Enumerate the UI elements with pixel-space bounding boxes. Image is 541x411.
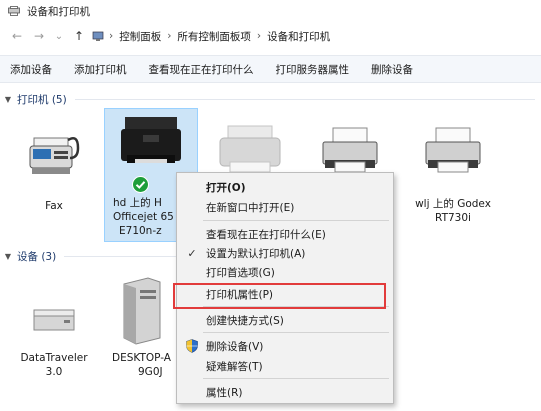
collapse-chevron-icon[interactable]: ▼ [4,95,12,104]
device-tile-desktop[interactable]: DESKTOP-A 9G0J [102,272,182,379]
menu-item-label: 设置为默认打印机(A) [206,248,306,260]
address-bar[interactable]: › 控制面板 › 所有控制面板项 › 设备和打印机 [92,24,330,48]
navigation-bar: ← → ⌄ ↑ › 控制面板 › 所有控制面板项 › 设备和打印机 [0,24,541,48]
menu-item-label: 疑难解答(T) [206,361,263,373]
menu-item-create-shortcut[interactable]: 创建快捷方式(S) [177,311,393,330]
menu-item-printing-preferences[interactable]: 打印首选项(G) [177,263,393,282]
breadcrumb-devices-printers[interactable]: 设备和打印机 [267,29,330,44]
menu-item-open-new-window[interactable]: 在新窗口中打开(E) [177,198,393,217]
menu-separator [203,220,389,221]
device-label-line: DataTraveler [20,352,88,364]
menu-item-properties[interactable]: 属性(R) [177,383,393,402]
usb-drive-icon [33,309,75,331]
menu-item-troubleshoot[interactable]: 疑难解答(T) [177,357,393,376]
menu-item-label: 创建快捷方式(S) [206,315,284,327]
menu-item-remove-device[interactable]: 删除设备(V) [177,337,393,356]
shield-icon [185,339,199,356]
highlight-annotation-box [173,283,386,309]
breadcrumb-separator: › [109,30,114,42]
breadcrumb-separator: › [256,30,262,42]
checkmark-icon: ✓ [187,247,197,260]
menu-item-label: 打印首选项(G) [206,267,275,279]
device-tile-fax[interactable]: Fax [8,118,100,218]
remove-device-button[interactable]: 删除设备 [357,56,421,82]
devices-section-label: 设备 (3) [17,250,57,263]
breadcrumb-all-items[interactable]: 所有控制面板项 [177,29,251,44]
device-label-line: wlj 上的 Godex [415,198,491,210]
device-label-line: 3.0 [45,366,63,378]
device-tile-godex[interactable]: wlj 上的 Godex RT730i [398,118,508,225]
menu-item-label: 在新窗口中打开(E) [206,202,295,214]
label-printer-icon [425,127,481,173]
menu-item-label: 打开(O) [206,182,246,194]
device-label-line: 9G0J [138,366,163,378]
up-arrow-icon[interactable]: ↑ [70,27,88,45]
section-divider [74,98,535,100]
devices-printers-icon [8,6,20,16]
menu-item-open[interactable]: 打开(O) [177,178,393,197]
add-printer-button[interactable]: 添加打印机 [60,56,135,82]
control-panel-icon [92,30,104,42]
hp-officejet-printer-icon [121,117,181,163]
menu-item-label: 删除设备(V) [206,341,264,353]
see-whats-printing-button[interactable]: 查看现在正在打印什么 [135,56,262,82]
device-label: Fax [45,200,63,212]
recent-locations-chevron-icon[interactable]: ⌄ [50,27,68,45]
desktop-tower-icon [123,277,161,345]
section-divider [64,255,185,257]
printers-section-label: 打印机 (5) [17,93,67,106]
printers-section-header[interactable]: ▼ 打印机 (5) [0,91,541,107]
menu-item-label: 属性(R) [206,387,243,399]
forward-arrow-icon[interactable]: → [30,27,48,45]
back-arrow-icon[interactable]: ← [8,27,26,45]
menu-separator [203,332,389,333]
default-printer-check-icon [132,176,149,193]
command-bar: 添加设备 添加打印机 查看现在正在打印什么 打印服务器属性 删除设备 [0,55,541,83]
breadcrumb-separator: › [167,30,172,42]
collapse-chevron-icon[interactable]: ▼ [4,252,12,261]
device-tile-datatraveler[interactable]: DataTraveler 3.0 [8,272,100,379]
menu-item-label: 查看现在正在打印什么(E) [206,229,326,241]
fax-icon [29,137,80,174]
device-label-line: DESKTOP-A [112,352,171,364]
print-server-properties-button[interactable]: 打印服务器属性 [262,56,358,82]
menu-separator [203,378,389,379]
device-label-line: RT730i [435,212,471,224]
title-bar: 设备和打印机 [0,0,541,22]
window-title: 设备和打印机 [27,5,90,18]
add-device-button[interactable]: 添加设备 [0,56,60,82]
breadcrumb-control-panel[interactable]: 控制面板 [119,29,161,44]
menu-item-see-printing[interactable]: 查看现在正在打印什么(E) [177,225,393,244]
menu-item-set-default[interactable]: ✓ 设置为默认打印机(A) [177,244,393,263]
